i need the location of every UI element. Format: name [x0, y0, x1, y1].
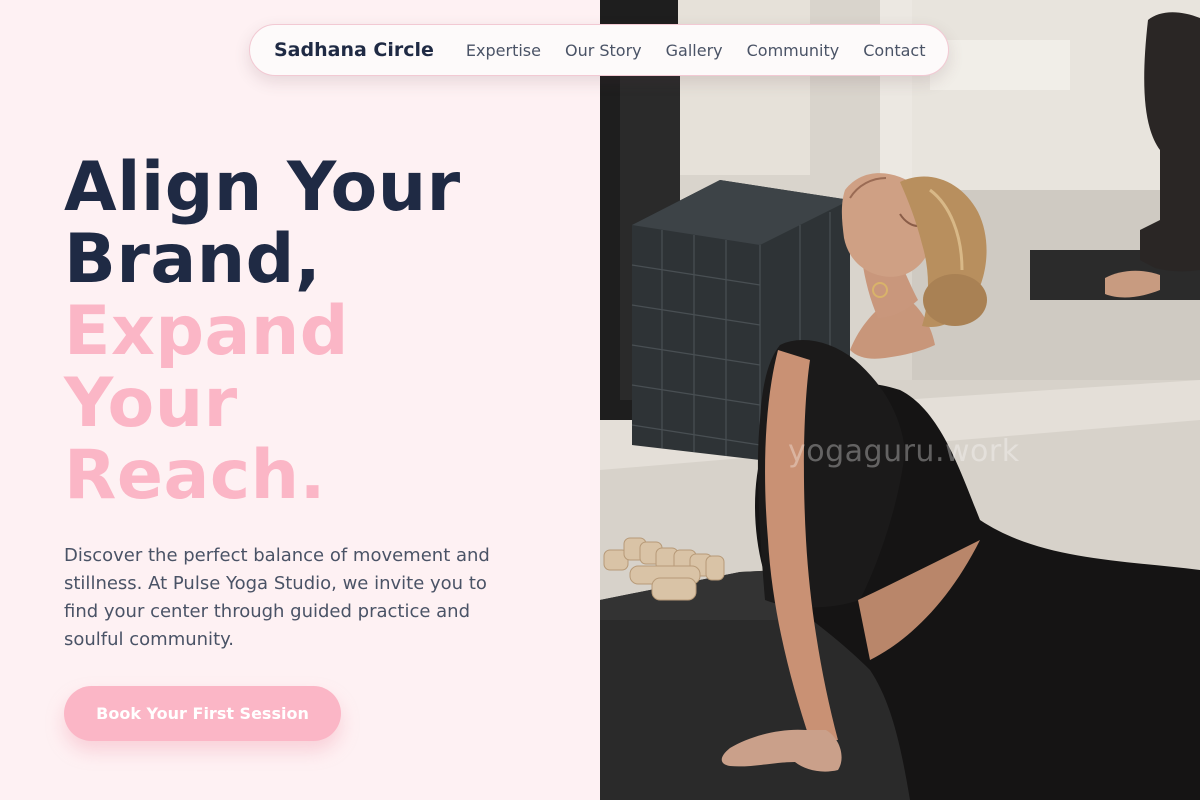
- nav-link-our-story[interactable]: Our Story: [565, 41, 642, 60]
- nav-link-gallery[interactable]: Gallery: [666, 41, 723, 60]
- book-session-button[interactable]: Book Your First Session: [64, 686, 341, 741]
- nav-link-contact[interactable]: Contact: [863, 41, 925, 60]
- photo-watermark: yogaguru.work: [788, 434, 1020, 469]
- hero-description: Discover the perfect balance of movement…: [64, 545, 490, 650]
- hero-headline: Align Your Brand, Expand Your Reach.: [64, 152, 461, 512]
- headline-line: Brand,: [64, 220, 322, 299]
- nav-link-community[interactable]: Community: [747, 41, 840, 60]
- nav-link-expertise[interactable]: Expertise: [466, 41, 541, 60]
- headline-line: Align Your: [64, 148, 461, 227]
- hero-section: Align Your Brand, Expand Your Reach. Dis…: [0, 0, 600, 800]
- headline-accent-line: Expand: [64, 292, 349, 371]
- yoga-pose-illustration: [600, 0, 1200, 800]
- landing-page: Align Your Brand, Expand Your Reach. Dis…: [0, 0, 1200, 800]
- top-navigation: Sadhana Circle Expertise Our Story Galle…: [249, 24, 949, 76]
- brand-logo[interactable]: Sadhana Circle: [274, 39, 434, 61]
- headline-accent-line: Reach.: [64, 436, 326, 515]
- headline-accent-line: Your: [64, 364, 238, 443]
- hero-photo: yogaguru.work: [600, 0, 1200, 800]
